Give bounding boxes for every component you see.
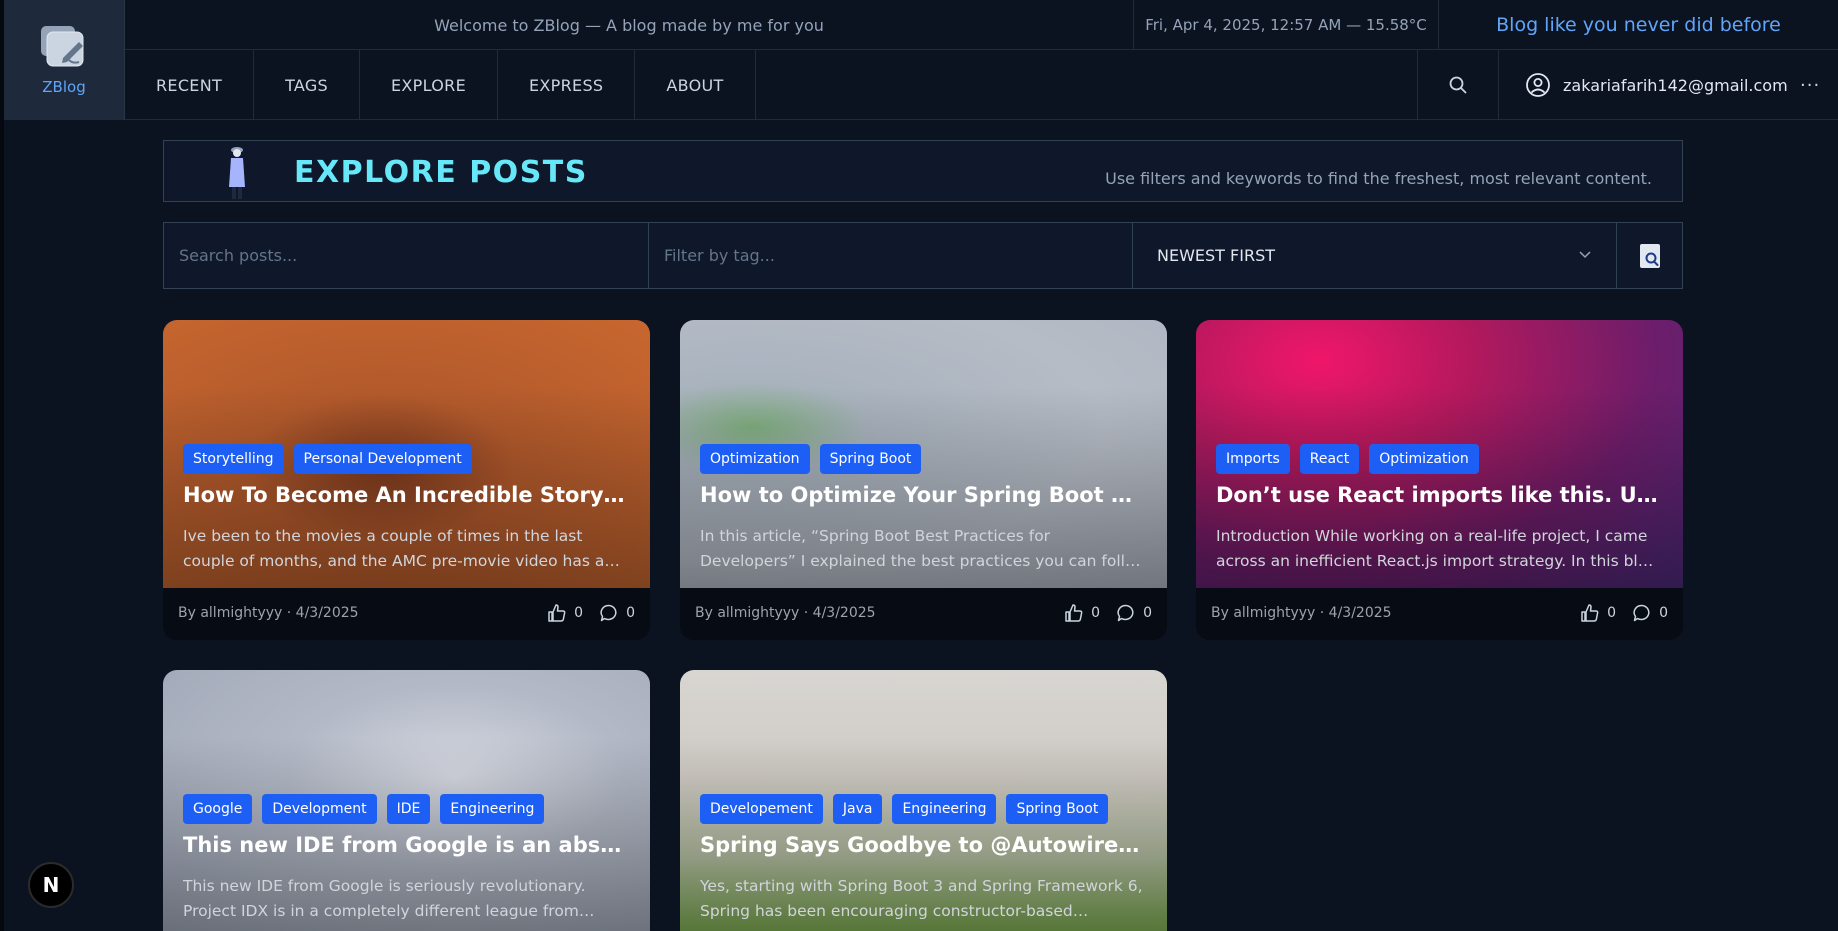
brand-name: ZBlog	[42, 78, 86, 96]
post-byline: By allmightyyy · 4/3/2025	[1211, 605, 1392, 621]
post-tags: Optimization Spring Boot	[700, 444, 922, 474]
post-excerpt: Yes, starting with Spring Boot 3 and Spr…	[700, 877, 1143, 920]
nav-explore[interactable]: EXPLORE	[360, 50, 498, 120]
brand-logo[interactable]: ZBlog	[4, 0, 125, 120]
tag-filter-input[interactable]: Filter by tag...	[649, 223, 1133, 288]
like-count: 0	[574, 605, 584, 621]
comment-icon	[1117, 604, 1134, 622]
post-tags: Imports React Optimization	[1216, 444, 1479, 474]
comment-count: 0	[1143, 605, 1152, 621]
post-byline: By allmightyyy · 4/3/2025	[695, 605, 876, 621]
post-card[interactable]: Imports React Optimization Don’t use Rea…	[1196, 320, 1683, 640]
tag-chip[interactable]: Java	[832, 794, 883, 824]
post-card[interactable]: Storytelling Personal Development How To…	[163, 320, 650, 640]
tag-chip[interactable]: Spring Boot	[1006, 794, 1109, 824]
like-button[interactable]: 0	[547, 603, 583, 623]
explore-subtitle: Use filters and keywords to find the fre…	[1105, 169, 1652, 188]
thumbs-up-icon	[548, 604, 566, 622]
post-stats: 0 0	[1564, 603, 1668, 623]
thumbs-up-icon	[1065, 604, 1083, 622]
post-title[interactable]: Don’t use React imports like this. Use…	[1216, 483, 1663, 507]
post-excerpt: Ive been to the movies a couple of times…	[183, 527, 620, 570]
tag-chip[interactable]: Optimization	[1369, 444, 1479, 474]
sort-select[interactable]: NEWEST FIRST	[1133, 223, 1617, 288]
user-account[interactable]: zakariafarih142@gmail.com	[1525, 50, 1788, 120]
tag-chip[interactable]: React	[1299, 444, 1360, 474]
like-button[interactable]: 0	[1580, 603, 1616, 623]
comment-button[interactable]: 0	[1116, 603, 1152, 623]
like-count: 0	[1091, 605, 1101, 621]
post-footer: By allmightyyy · 4/3/2025 0 0	[680, 588, 1167, 640]
nav-tags[interactable]: TAGS	[254, 50, 361, 120]
chevron-down-icon	[1579, 251, 1591, 259]
nav-express[interactable]: EXPRESS	[498, 50, 636, 120]
post-excerpt: This new IDE from Google is seriously re…	[183, 877, 595, 920]
standing-figure-icon	[229, 147, 245, 199]
tag-chip[interactable]: Development	[262, 794, 377, 824]
comment-button[interactable]: 0	[1632, 603, 1668, 623]
window-edge	[0, 0, 4, 931]
comment-count: 0	[626, 605, 635, 621]
post-excerpt: In this article, “Spring Boot Best Pract…	[700, 527, 1141, 570]
header-search-button[interactable]	[1417, 50, 1499, 120]
nav-recent[interactable]: RECENT	[125, 50, 255, 120]
like-button[interactable]: 0	[1064, 603, 1100, 623]
nav-about[interactable]: ABOUT	[635, 50, 756, 120]
post-tags: Developement Java Engineering Spring Boo…	[700, 794, 1109, 824]
tag-chip[interactable]: Engineering	[440, 794, 545, 824]
top-header: ZBlog Welcome to ZBlog — A blog made by …	[4, 0, 1838, 120]
tag-chip[interactable]: Personal Development	[293, 444, 472, 474]
thumbs-up-icon	[1581, 604, 1599, 622]
more-options-button[interactable]: ···	[1800, 50, 1820, 120]
post-footer: By allmightyyy · 4/3/2025 0 0	[1196, 588, 1683, 640]
datetime-weather: Fri, Apr 4, 2025, 12:57 AM — 15.58°C	[1133, 0, 1439, 50]
welcome-message: Welcome to ZBlog — A blog made by me for…	[434, 15, 824, 35]
nav-row: RECENT TAGS EXPLORE EXPRESS ABOUT zakari…	[125, 50, 1838, 120]
tagline: Blog like you never did before	[1496, 14, 1781, 36]
user-circle-icon	[1525, 72, 1551, 98]
post-title[interactable]: How To Become An Incredible Storyteller	[183, 483, 630, 507]
tag-chip[interactable]: IDE	[386, 794, 431, 824]
post-excerpt: Introduction While working on a real-lif…	[1216, 527, 1654, 570]
user-email: zakariafarih142@gmail.com	[1563, 75, 1788, 95]
tag-chip[interactable]: Storytelling	[183, 444, 284, 474]
search-posts-input[interactable]: Search posts...	[164, 223, 649, 288]
comment-button[interactable]: 0	[599, 603, 635, 623]
post-stats: 0 0	[1048, 603, 1152, 623]
header-info-row: Welcome to ZBlog — A blog made by me for…	[125, 0, 1838, 50]
tag-chip[interactable]: Imports	[1216, 444, 1290, 474]
sort-value: NEWEST FIRST	[1157, 246, 1275, 265]
post-tags: Storytelling Personal Development	[183, 444, 472, 474]
filter-bar: Search posts... Filter by tag... NEWEST …	[163, 222, 1683, 289]
post-title[interactable]: Spring Says Goodbye to @Autowired:…	[700, 833, 1147, 857]
comment-icon	[1633, 604, 1650, 622]
post-stats: 0 0	[531, 603, 635, 623]
post-card[interactable]: Optimization Spring Boot How to Optimize…	[680, 320, 1167, 640]
notebook-pencil-icon	[41, 26, 84, 67]
explore-banner: EXPLORE POSTS Use filters and keywords t…	[163, 140, 1683, 202]
tag-chip[interactable]: Google	[183, 794, 253, 824]
dev-tools-badge[interactable]: N	[28, 862, 74, 908]
post-footer: By allmightyyy · 4/3/2025 0 0	[163, 588, 650, 640]
tag-chip[interactable]: Engineering	[892, 794, 997, 824]
post-card[interactable]: Developement Java Engineering Spring Boo…	[680, 670, 1167, 931]
post-tags: Google Development IDE Engineering	[183, 794, 545, 824]
tag-chip[interactable]: Optimization	[700, 444, 810, 474]
filter-search-button[interactable]	[1617, 223, 1682, 288]
post-card[interactable]: Google Development IDE Engineering This …	[163, 670, 650, 931]
main-nav: RECENT TAGS EXPLORE EXPRESS ABOUT	[125, 50, 756, 120]
comment-icon	[600, 604, 617, 622]
post-byline: By allmightyyy · 4/3/2025	[178, 605, 359, 621]
post-title[interactable]: This new IDE from Google is an absolute…	[183, 833, 630, 857]
document-search-icon	[1639, 243, 1660, 268]
tag-chip[interactable]: Spring Boot	[819, 444, 922, 474]
like-count: 0	[1607, 605, 1617, 621]
post-title[interactable]: How to Optimize Your Spring Boot App…	[700, 483, 1147, 507]
tag-chip[interactable]: Developement	[700, 794, 823, 824]
comment-count: 0	[1659, 605, 1668, 621]
explore-title: EXPLORE POSTS	[294, 155, 588, 190]
search-icon	[1449, 76, 1467, 94]
